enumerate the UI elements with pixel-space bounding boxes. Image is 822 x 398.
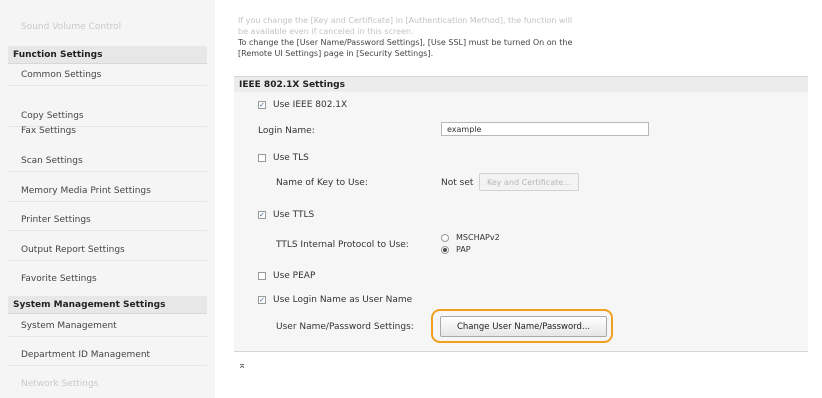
note-line-3: To change the [User Name/Password Settin… bbox=[238, 38, 573, 47]
sidebar-item-department-id-management[interactable]: Department ID Management bbox=[8, 344, 207, 366]
use-ieee-8021x-checkbox[interactable]: ✓ bbox=[258, 101, 266, 109]
key-and-certificate-button[interactable]: Key and Certificate... bbox=[479, 173, 579, 191]
use-ttls-checkbox[interactable]: ✓ bbox=[258, 211, 266, 219]
sidebar-item-memory-media-print-settings[interactable]: Memory Media Print Settings bbox=[8, 180, 207, 202]
sidebar-item-sound-volume-control[interactable]: Sound Volume Control bbox=[8, 16, 207, 38]
mschapv2-label: MSCHAPv2 bbox=[456, 233, 500, 242]
mschapv2-radio[interactable] bbox=[441, 233, 449, 242]
sidebar-item-printer-settings[interactable]: Printer Settings bbox=[8, 209, 207, 231]
use-tls-row: Use TLS bbox=[258, 153, 309, 163]
sidebar-item-system-management[interactable]: System Management bbox=[8, 315, 207, 337]
sidebar-item-fax-settings[interactable]: Fax Settings bbox=[8, 120, 207, 142]
back-to-top-icon[interactable]: ⌅ bbox=[238, 360, 246, 371]
use-peap-label: Use PEAP bbox=[273, 271, 316, 281]
note-line-2: be available even if canceled in this sc… bbox=[238, 27, 414, 36]
sidebar-item-network-settings[interactable]: Network Settings bbox=[8, 373, 207, 395]
use-login-name-checkbox[interactable]: ✓ bbox=[258, 296, 266, 304]
use-ttls-row: ✓ Use TTLS bbox=[258, 210, 314, 220]
use-peap-checkbox[interactable] bbox=[258, 272, 266, 280]
use-ttls-label: Use TTLS bbox=[273, 210, 315, 220]
use-login-name-label: Use Login Name as User Name bbox=[273, 295, 413, 305]
sidebar-item-favorite-settings[interactable]: Favorite Settings bbox=[8, 268, 207, 290]
sidebar-item-output-report-settings[interactable]: Output Report Settings bbox=[8, 239, 207, 261]
change-user-name-password-button[interactable]: Change User Name/Password... bbox=[440, 316, 607, 337]
use-ieee-8021x-label: Use IEEE 802.1X bbox=[273, 100, 348, 110]
section-title: IEEE 802.1X Settings bbox=[234, 76, 808, 92]
use-login-name-row: ✓ Use Login Name as User Name bbox=[258, 295, 412, 305]
note-line-4: [Remote UI Settings] page in [Security S… bbox=[238, 49, 434, 58]
key-name-value: Not set bbox=[441, 178, 474, 188]
sidebar-header-function-settings: Function Settings bbox=[8, 46, 207, 64]
note-line-1: If you change the [Key and Certificate] … bbox=[238, 16, 573, 25]
ttls-option-mschapv2[interactable]: MSCHAPv2 bbox=[441, 233, 500, 242]
ttls-option-pap[interactable]: PAP bbox=[441, 245, 471, 254]
login-name-label: Login Name: bbox=[258, 126, 315, 136]
use-tls-checkbox[interactable] bbox=[258, 154, 266, 162]
login-name-input[interactable] bbox=[441, 122, 649, 136]
pap-radio[interactable] bbox=[441, 245, 449, 254]
use-peap-row: Use PEAP bbox=[258, 271, 315, 281]
key-name-label: Name of Key to Use: bbox=[276, 178, 368, 188]
sidebar: Sound Volume Control Function Settings C… bbox=[0, 0, 215, 398]
sidebar-item-scan-settings[interactable]: Scan Settings bbox=[8, 150, 207, 172]
use-tls-label: Use TLS bbox=[273, 153, 309, 163]
sidebar-header-system-management-settings: System Management Settings bbox=[8, 296, 207, 314]
pap-label: PAP bbox=[456, 245, 471, 254]
use-ieee-8021x-row: ✓ Use IEEE 802.1X bbox=[258, 100, 347, 110]
ttls-protocol-label: TTLS Internal Protocol to Use: bbox=[276, 240, 409, 250]
user-password-settings-label: User Name/Password Settings: bbox=[276, 322, 414, 332]
sidebar-item-common-settings[interactable]: Common Settings bbox=[8, 64, 207, 86]
